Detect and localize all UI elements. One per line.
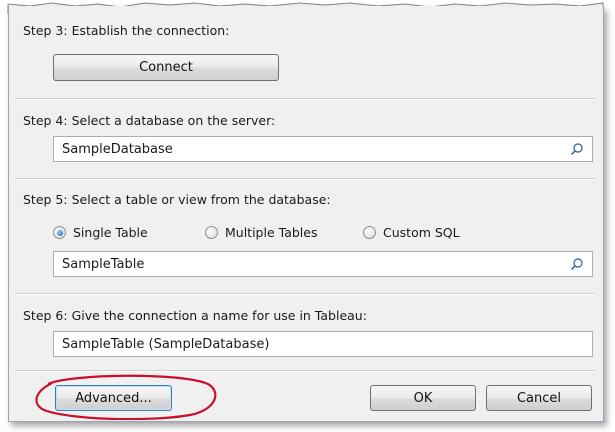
separator bbox=[15, 293, 595, 295]
radio-unselected-icon bbox=[363, 226, 376, 239]
step5-label: Step 5: Select a table or view from the … bbox=[23, 192, 331, 207]
radio-single-table[interactable]: Single Table bbox=[53, 225, 148, 240]
connection-name-value: SampleTable (SampleDatabase) bbox=[62, 336, 270, 352]
step4-label: Step 4: Select a database on the server: bbox=[23, 113, 276, 128]
database-value: SampleDatabase bbox=[62, 141, 173, 157]
connection-dialog: Step 3: Establish the connection: Connec… bbox=[8, 6, 604, 422]
search-icon[interactable] bbox=[570, 142, 584, 156]
separator bbox=[15, 370, 595, 372]
radio-label: Single Table bbox=[73, 225, 148, 240]
table-field[interactable]: SampleTable bbox=[53, 251, 593, 277]
connect-button[interactable]: Connect bbox=[53, 54, 279, 81]
radio-selected-icon bbox=[53, 226, 66, 239]
database-field[interactable]: SampleDatabase bbox=[53, 136, 593, 162]
step6-label: Step 6: Give the connection a name for u… bbox=[23, 308, 367, 323]
radio-multiple-tables[interactable]: Multiple Tables bbox=[205, 225, 317, 240]
radio-label: Custom SQL bbox=[383, 225, 460, 240]
radio-custom-sql[interactable]: Custom SQL bbox=[363, 225, 460, 240]
table-value: SampleTable bbox=[62, 256, 145, 272]
step3-label: Step 3: Establish the connection: bbox=[23, 23, 230, 38]
search-icon[interactable] bbox=[570, 257, 584, 271]
advanced-button[interactable]: Advanced... bbox=[55, 385, 172, 411]
connection-name-field[interactable]: SampleTable (SampleDatabase) bbox=[53, 331, 593, 357]
ok-button[interactable]: OK bbox=[370, 385, 476, 411]
separator bbox=[15, 178, 595, 180]
separator bbox=[15, 98, 595, 100]
radio-unselected-icon bbox=[205, 226, 218, 239]
radio-label: Multiple Tables bbox=[225, 225, 318, 240]
cancel-button[interactable]: Cancel bbox=[486, 385, 592, 411]
